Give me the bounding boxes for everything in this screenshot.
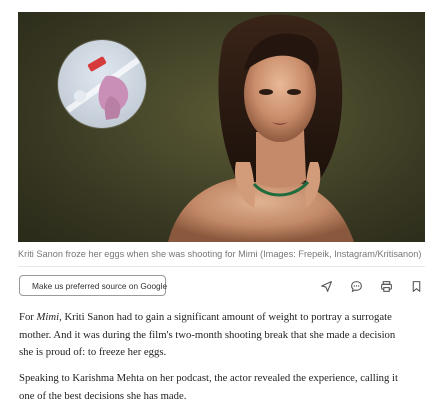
paragraph-text: she is proud of: to freeze her eggs. [19,346,167,358]
film-title: Mimi [36,311,60,323]
article-paragraph-2: Speaking to Karishma Mehta on her podcas… [19,370,429,405]
comment-button[interactable] [348,278,364,294]
comment-icon [350,280,362,292]
inset-circle-image [58,40,146,128]
paragraph-text: , Kriti Sanon had to gain a significant … [59,311,392,323]
lab-illustration [66,56,140,120]
print-icon [380,280,392,292]
image-caption: Kriti Sanon froze her eggs when she was … [18,249,422,259]
share-icon [320,280,332,292]
article-actions [318,278,424,294]
article-hero-image [18,12,425,242]
article-paragraph-1: For Mimi, Kriti Sanon had to gain a sign… [19,309,429,362]
share-button[interactable] [318,278,334,294]
bookmark-button[interactable] [408,278,424,294]
bookmark-icon [412,280,420,292]
print-button[interactable] [378,278,394,294]
paragraph-text: mother. And it was during the film's two… [19,328,396,341]
preferred-source-button[interactable]: Make us preferred source on Google [19,275,168,296]
paragraph-text: Speaking to Karishma Mehta on her podcas… [19,372,398,384]
preferred-source-label: Make us preferred source on Google [32,280,168,291]
paragraph-text: one of the best decisions she has made. [19,389,187,402]
paragraph-text: For [19,311,37,323]
divider [18,266,425,267]
